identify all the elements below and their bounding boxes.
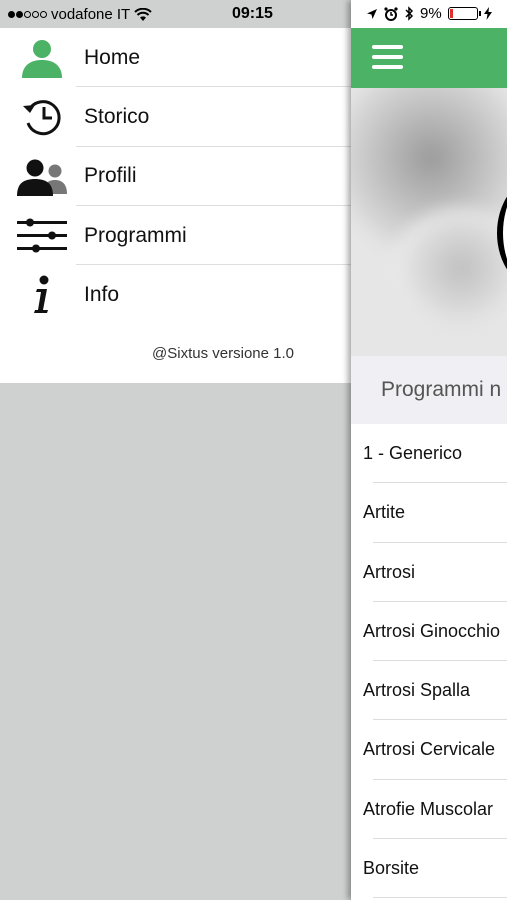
list-item[interactable]: Artrosi Ginocchio bbox=[351, 602, 507, 662]
program-list: 1 - Generico Artite Artrosi Artrosi Gino… bbox=[351, 424, 507, 899]
program-label: Artrosi Cervicale bbox=[363, 739, 496, 760]
list-item[interactable]: Atrofie Muscolar bbox=[351, 780, 507, 840]
wifi-icon bbox=[134, 7, 152, 21]
menu-item-label: Programmi bbox=[84, 223, 187, 247]
status-left: vodafone IT bbox=[8, 6, 152, 23]
program-label: 1 - Generico bbox=[363, 443, 463, 463]
charging-icon bbox=[483, 7, 492, 20]
profiles-icon bbox=[16, 155, 68, 199]
list-item[interactable]: Artrosi bbox=[351, 543, 507, 602]
status-right: 9% bbox=[366, 5, 492, 22]
list-item[interactable]: Borsite bbox=[351, 839, 507, 899]
menu-item-label: Info bbox=[84, 282, 120, 306]
menu-item-info[interactable]: Info bbox=[0, 265, 351, 324]
carrier-name: vodafone IT bbox=[51, 6, 131, 23]
screen: vodafone IT 09:15 9% Home Storico Profil… bbox=[0, 0, 507, 900]
program-label: Artrosi Spalla bbox=[363, 680, 471, 701]
status-bar: vodafone IT 09:15 9% bbox=[0, 0, 507, 28]
status-time: 09:15 bbox=[232, 5, 273, 22]
main-panel: Programmi n 1 - Generico Artite Artrosi … bbox=[351, 0, 507, 900]
location-arrow-icon bbox=[367, 8, 377, 19]
version-label: @Sixtus versione 1.0 bbox=[152, 345, 294, 362]
list-item[interactable]: Artrosi Spalla bbox=[351, 661, 507, 721]
program-label: Artrosi bbox=[363, 561, 416, 582]
list-item[interactable]: Artite bbox=[351, 483, 507, 543]
list-item[interactable]: 1 - Generico bbox=[351, 424, 507, 484]
menu-item-profili[interactable]: Profili bbox=[0, 147, 351, 206]
signal-dots-icon bbox=[8, 11, 47, 18]
menu-item-home[interactable]: Home bbox=[0, 28, 351, 88]
menu-item-label: Storico bbox=[84, 104, 150, 128]
menu-item-storico[interactable]: Storico bbox=[0, 87, 351, 147]
battery-icon bbox=[447, 7, 481, 20]
sliders-icon bbox=[16, 214, 68, 258]
bluetooth-icon bbox=[405, 6, 414, 21]
menu-item-label: Home bbox=[84, 45, 141, 69]
header-image bbox=[351, 88, 507, 356]
nav-bar bbox=[351, 28, 507, 88]
section-header-title: Programmi n bbox=[381, 378, 502, 401]
program-label: Borsite bbox=[363, 858, 420, 879]
menu-item-label: Profili bbox=[84, 164, 137, 188]
history-icon bbox=[16, 95, 68, 139]
battery-percent: 9% bbox=[420, 5, 442, 22]
program-label: Artite bbox=[363, 502, 406, 523]
info-icon bbox=[16, 273, 68, 317]
program-label: Artrosi Ginocchio bbox=[363, 620, 501, 641]
hamburger-menu-icon[interactable] bbox=[372, 45, 403, 69]
section-header: Programmi n bbox=[351, 356, 507, 424]
list-item[interactable]: Artrosi Cervicale bbox=[351, 720, 507, 780]
side-menu: Home Storico Profili Programmi Info @Six… bbox=[0, 28, 351, 383]
program-label: Atrofie Muscolar bbox=[363, 798, 494, 819]
menu-item-programmi[interactable]: Programmi bbox=[0, 206, 351, 266]
alarm-icon bbox=[384, 6, 398, 21]
person-icon bbox=[16, 36, 68, 80]
